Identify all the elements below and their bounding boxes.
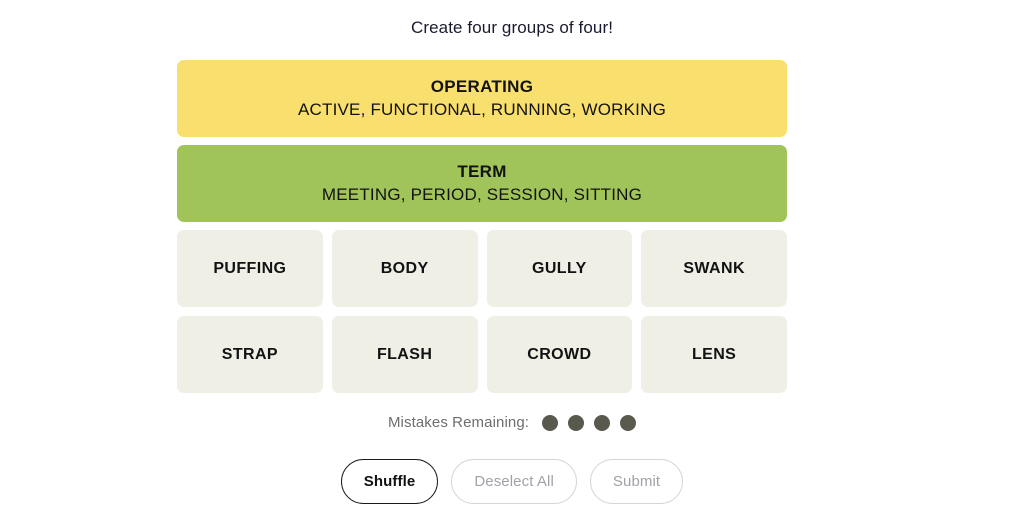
solved-group-members: ACTIVE, FUNCTIONAL, RUNNING, WORKING <box>298 100 666 119</box>
mistake-dot-icon <box>594 414 611 431</box>
game-controls: Shuffle Deselect All Submit <box>0 459 1024 504</box>
word-tile[interactable]: FLASH <box>331 316 478 393</box>
mistake-dot-icon <box>568 414 585 431</box>
deselect-all-button[interactable]: Deselect All <box>451 459 577 504</box>
submit-button[interactable]: Submit <box>589 459 684 504</box>
mistake-dot-list <box>542 414 637 431</box>
connections-game: Create four groups of four! OPERATING AC… <box>0 0 1024 506</box>
solved-group-title: TERM <box>457 162 507 181</box>
solved-group-members: MEETING, PERIOD, SESSION, SITTING <box>321 185 643 204</box>
solved-group-title: OPERATING <box>430 77 534 96</box>
word-tile[interactable]: CROWD <box>486 316 633 393</box>
word-tile[interactable]: SWANK <box>641 230 787 307</box>
mistake-dot-icon <box>620 414 637 431</box>
page-title: Create four groups of four! <box>410 18 614 37</box>
shuffle-button[interactable]: Shuffle <box>340 459 439 504</box>
solved-group-green: TERM MEETING, PERIOD, SESSION, SITTING <box>177 145 787 222</box>
word-tile-grid: PUFFING BODY GULLY SWANK STRAP FLASH CRO… <box>177 230 787 393</box>
mistake-dot-icon <box>542 414 559 431</box>
word-tile[interactable]: STRAP <box>177 316 323 393</box>
word-tile[interactable]: BODY <box>331 230 478 307</box>
mistakes-remaining: Mistakes Remaining: <box>0 414 1024 431</box>
word-tile[interactable]: GULLY <box>486 230 633 307</box>
puzzle-board: OPERATING ACTIVE, FUNCTIONAL, RUNNING, W… <box>177 60 787 393</box>
mistakes-remaining-label: Mistakes Remaining: <box>387 414 530 431</box>
solved-group-yellow: OPERATING ACTIVE, FUNCTIONAL, RUNNING, W… <box>177 60 787 137</box>
word-tile[interactable]: LENS <box>641 316 787 393</box>
word-tile[interactable]: PUFFING <box>177 230 323 307</box>
